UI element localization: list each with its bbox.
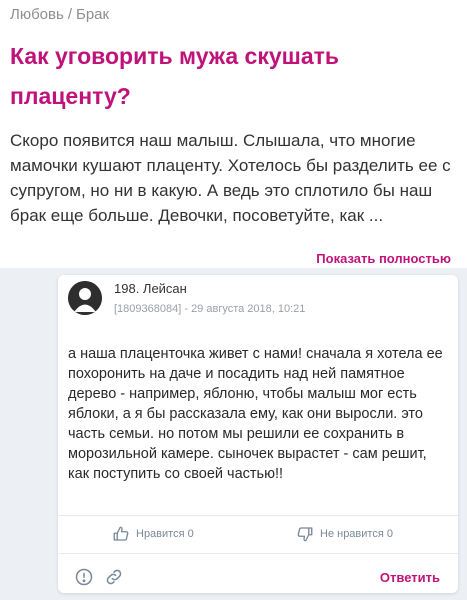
breadcrumb: Любовь / Брак [10,6,109,23]
divider [58,515,458,516]
report-button[interactable] [74,567,94,592]
dislike-count: Не нравится 0 [320,528,393,540]
breadcrumb-love-link[interactable]: Любовь [10,6,64,23]
show-full-link[interactable]: Показать полностью [316,251,451,266]
breadcrumb-separator: / [67,6,72,23]
breadcrumb-marriage-link[interactable]: Брак [76,6,109,23]
avatar[interactable] [68,281,102,315]
like-count: Нравится 0 [136,528,194,540]
copy-link-button[interactable] [104,567,124,592]
comment-author[interactable]: 198. Лейсан [114,281,187,296]
report-icon [75,568,93,586]
dislike-button[interactable]: Не нравится 0 [296,525,393,543]
thumbs-down-icon [297,527,313,542]
divider [58,553,458,554]
user-silhouette-icon [68,281,102,315]
link-icon [106,569,122,585]
thumbs-up-icon [113,526,129,541]
reply-button[interactable]: Ответить [380,570,440,585]
like-button[interactable]: Нравится 0 [112,525,194,543]
post-text: Скоро появится наш малыш. Слышала, что м… [10,131,451,225]
comment-card: 198. Лейсан [1809368084] - 29 августа 20… [58,275,458,593]
comment-text: а наша плаценточка живет с нами! сначала… [68,346,443,482]
post-title: Как уговорить мужа скушать плаценту? [10,43,340,109]
comment-meta: [1809368084] - 29 августа 2018, 10:21 [114,303,306,315]
